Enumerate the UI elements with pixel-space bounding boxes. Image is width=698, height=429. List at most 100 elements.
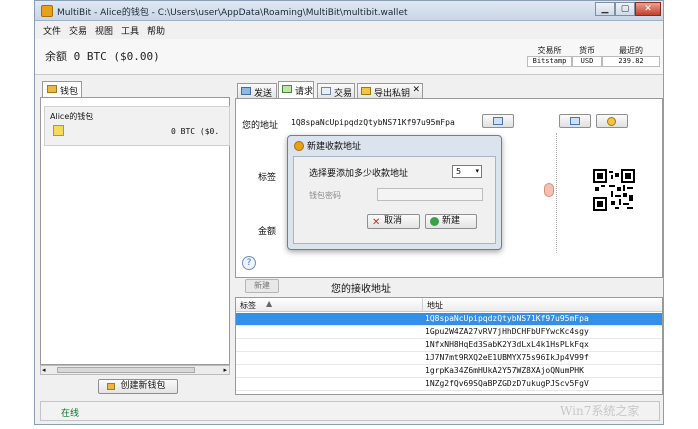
address-table: 标签 ▲ 地址 1Q8spaNcUpipqdzQtybNS71Kf97u95mF…	[235, 297, 663, 395]
ticker-currency: USD	[572, 56, 602, 67]
zoom-icon	[607, 117, 616, 126]
create-wallet-label: 创建新钱包	[120, 381, 166, 391]
address-value[interactable]: 1Q8spaNcUpipqdzQtybNS71Kf97u95mFpa	[291, 118, 455, 127]
wallet-balance: 0 BTC ($0.	[171, 127, 220, 136]
ticker-last-price: 239.82	[602, 56, 660, 67]
wallet-name: Alice的钱包	[50, 112, 94, 121]
close-tab-icon[interactable]: ✕	[412, 85, 420, 95]
column-header-tag[interactable]: 标签 ▲	[236, 298, 423, 312]
balance-text: 余额 0 BTC ($0.00)	[45, 50, 160, 63]
wallet-icon	[47, 85, 57, 93]
menu-transactions[interactable]: 交易	[69, 24, 87, 37]
qr-code	[593, 169, 635, 211]
horizontal-scrollbar[interactable]: ◂ ▸	[40, 365, 230, 375]
menu-tools[interactable]: 工具	[121, 24, 139, 37]
ticker-header-currency: 货币	[579, 46, 595, 55]
column-header-address[interactable]: 地址	[423, 298, 662, 312]
new-address-button[interactable]: 新建	[245, 279, 279, 293]
chevron-down-icon: ▾	[475, 167, 479, 175]
column-header-tag-label: 标签	[240, 301, 256, 310]
help-icon[interactable]: ?	[242, 256, 256, 270]
tab-bar: 发送 请求 交易 导出私钥 ✕	[235, 81, 663, 99]
multibit-dialog-icon	[294, 141, 304, 151]
address-count-label: 选择要添加多少收款地址	[309, 169, 409, 179]
balance-header: 余额 0 BTC ($0.00) 交易所 货币 最近的 Bitstamp USD…	[35, 39, 663, 75]
address-label: 您的地址	[242, 121, 279, 131]
wallet-file-icon	[53, 125, 64, 136]
address-cell: 1Gpu2W4ZA27vRV7jHhDCHFbUFYwcKc4sgy	[425, 327, 589, 336]
menu-file[interactable]: 文件	[43, 24, 61, 37]
scroll-right-icon[interactable]: ▸	[223, 366, 227, 374]
address-count-value: 5	[456, 167, 462, 176]
menu-help[interactable]: 帮助	[147, 24, 165, 37]
wallet-password-field	[377, 188, 483, 201]
address-count-select[interactable]: 5 ▾	[452, 165, 482, 178]
scroll-thumb[interactable]	[57, 367, 195, 373]
wallet-password-label: 钱包密码	[309, 191, 341, 200]
table-row[interactable]: 1Q8spaNcUpipqdzQtybNS71Kf97u95mFpa	[236, 313, 662, 326]
table-row[interactable]: 1NZg2fQv69SQaBPZGDzD7ukugPJScv5FgV	[236, 378, 662, 391]
exchange-ticker: 交易所 货币 最近的 Bitstamp USD 239.82	[527, 45, 660, 67]
request-icon	[282, 85, 292, 93]
sort-asc-icon: ▲	[266, 299, 273, 308]
wallet-item[interactable]: Alice的钱包 0 BTC ($0.	[44, 106, 230, 146]
tab-transactions[interactable]: 交易	[317, 83, 355, 99]
cancel-button[interactable]: ✕ 取消	[367, 214, 420, 229]
online-status: 在线	[61, 409, 80, 419]
address-cell: 1NZg2fQv69SQaBPZGDzD7ukugPJScv5FgV	[425, 379, 589, 388]
tab-wallets-label: 钱包	[60, 87, 79, 97]
dialog-title: 新建收款地址	[307, 142, 362, 152]
scroll-left-icon[interactable]: ◂	[42, 366, 46, 374]
receive-address-title: 您的接收地址	[331, 284, 391, 295]
table-row[interactable]: 1J7N7mt9RXQ2eE1UBMYX75s96IkJp4V99f	[236, 352, 662, 365]
tab-send[interactable]: 发送	[237, 83, 277, 99]
table-row[interactable]: 1grpKa34Z6mHUkA2Y57WZ8XAjoQNumPHK	[236, 365, 662, 378]
menu-view[interactable]: 视图	[95, 24, 113, 37]
maximize-button[interactable]: ▢	[615, 2, 635, 16]
ticker-header-last: 最近的	[619, 46, 643, 55]
tag-label: 标签	[258, 173, 277, 183]
send-icon	[241, 87, 251, 95]
table-row[interactable]: 1NfxNH8HqEd3SabK2Y3dLxL4k1HsPLkFqx	[236, 339, 662, 352]
create-wallet-button[interactable]: 创建新钱包	[98, 379, 178, 394]
tab-wallets[interactable]: 钱包	[42, 81, 82, 97]
create-button[interactable]: 新建	[425, 214, 477, 229]
address-cell: 1Q8spaNcUpipqdzQtybNS71Kf97u95mFpa	[425, 314, 589, 323]
ticker-header-exchange: 交易所	[537, 46, 562, 55]
copy-icon	[570, 117, 580, 125]
watermark-logo: Win7系统之家	[560, 404, 640, 418]
tab-request[interactable]: 请求	[278, 81, 314, 98]
close-button[interactable]: ✕	[635, 2, 661, 16]
multibit-app-icon	[41, 5, 53, 17]
new-wallet-icon	[107, 383, 115, 390]
drag-handle[interactable]	[544, 183, 554, 197]
create-label: 新建	[442, 216, 461, 226]
amount-label: 金额	[258, 227, 277, 237]
title-bar: MultiBit - Alice的钱包 - C:\Users\user\AppD…	[35, 1, 663, 21]
address-cell: 1grpKa34Z6mHUkA2Y57WZ8XAjoQNumPHK	[425, 366, 584, 375]
tab-export-keys[interactable]: 导出私钥 ✕	[357, 83, 423, 99]
new-address-dialog: 新建收款地址 选择要添加多少收款地址 5 ▾ 钱包密码 ✕ 取消 新建	[287, 135, 502, 250]
address-cell: 1NfxNH8HqEd3SabK2Y3dLxL4k1HsPLkFqx	[425, 340, 589, 349]
menu-bar: 文件 交易 视图 工具 帮助	[35, 22, 663, 38]
key-icon	[361, 87, 371, 95]
tab-request-label: 请求	[295, 87, 314, 97]
wallet-list: Alice的钱包 0 BTC ($0.	[40, 97, 230, 365]
zoom-qr-button[interactable]	[596, 114, 628, 128]
confirm-icon	[430, 217, 439, 226]
dialog-body: 选择要添加多少收款地址 5 ▾ 钱包密码 ✕ 取消 新建	[293, 156, 496, 244]
address-cell: 1J7N7mt9RXQ2eE1UBMYX75s96IkJp4V99f	[425, 353, 589, 362]
table-row[interactable]: 1Gpu2W4ZA27vRV7jHhDCHFbUFYwcKc4sgy	[236, 326, 662, 339]
dialog-title-bar: 新建收款地址	[293, 139, 496, 155]
cancel-label: 取消	[384, 216, 403, 226]
copy-icon	[493, 117, 503, 125]
copy-address-button[interactable]	[482, 114, 514, 128]
wallet-panel: 钱包 Alice的钱包 0 BTC ($0. ◂ ▸ 创建新钱包	[40, 81, 230, 397]
window-title: MultiBit - Alice的钱包 - C:\Users\user\AppD…	[57, 8, 408, 18]
minimize-button[interactable]: ▁	[595, 2, 615, 16]
receive-address-section: 新建 您的接收地址 标签 ▲ 地址 1Q8spaNcUpipqdzQtybNS7…	[235, 278, 663, 396]
copy-qr-button[interactable]	[559, 114, 591, 128]
divider	[556, 133, 557, 253]
cancel-icon: ✕	[372, 217, 381, 228]
ticker-exchange: Bitstamp	[527, 56, 572, 67]
